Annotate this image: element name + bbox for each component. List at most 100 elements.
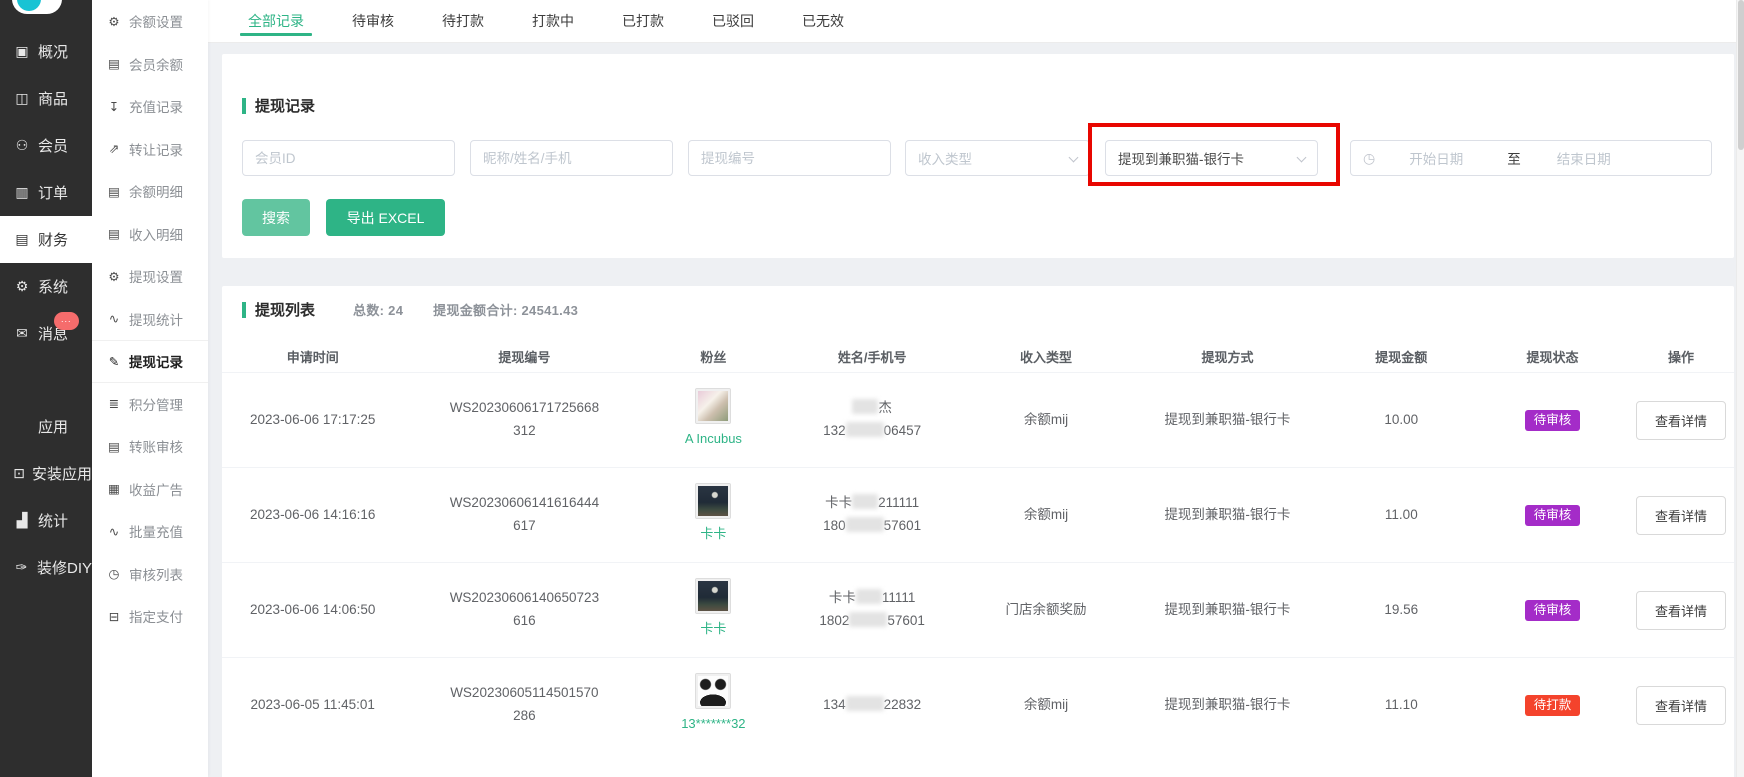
date-range-picker[interactable]: ◷ 开始日期 至 结束日期 — [1350, 140, 1712, 176]
sidebar-item-overview[interactable]: ▣概况 — [0, 28, 92, 75]
submenu-item-balance-details[interactable]: ▤余额明细 — [92, 170, 208, 213]
withdraw-filter-panel: 提现记录 收入类型 提现到兼职猫-银行卡 ◷ 开始日期 至 结束日期 搜索 导 — [222, 54, 1734, 258]
cell-name-phone: 卡卡21111118057601 — [781, 492, 962, 538]
avatar — [696, 579, 730, 613]
tab-pending-review[interactable]: 待审核 — [340, 0, 406, 42]
document-icon: ▤ — [106, 184, 122, 199]
finance-icon: ▤ — [13, 231, 31, 248]
submenu-item-label: 提现记录 — [129, 351, 183, 371]
chevron-down-icon — [1297, 153, 1307, 163]
vertical-scrollbar[interactable] — [1736, 0, 1744, 777]
app-logo[interactable] — [12, 0, 62, 14]
column-header-4: 姓名/手机号 — [781, 347, 962, 366]
tab-paying[interactable]: 打款中 — [520, 0, 586, 42]
cell-withdraw-no: WS20230605114501570286 — [403, 682, 645, 728]
submenu-item-audit-list[interactable]: ◷审核列表 — [92, 553, 208, 596]
sum-value: 24541.43 — [522, 303, 579, 318]
fan-nickname[interactable]: A Incubus — [645, 428, 781, 450]
export-excel-button[interactable]: 导出 EXCEL — [326, 199, 445, 236]
sidebar-item-finance[interactable]: ▤ 财务 — [0, 216, 92, 263]
cell-fan: 卡卡 — [645, 579, 781, 640]
tab-pending-payment[interactable]: 待打款 — [430, 0, 496, 42]
cell-action: 查看详情 — [1628, 591, 1734, 630]
sidebar-item-orders[interactable]: ▥订单 — [0, 169, 92, 216]
pencil-icon: ✎ — [106, 354, 122, 369]
cell-status: 待审核 — [1477, 504, 1628, 527]
submenu-item-income-details[interactable]: ▤收入明细 — [92, 213, 208, 256]
column-header-5: 收入类型 — [963, 347, 1129, 366]
tab-rejected[interactable]: 已驳回 — [700, 0, 766, 42]
apps-grid-icon — [13, 418, 31, 435]
submenu-item-label: 转账审核 — [129, 436, 183, 456]
sidebar-item-members[interactable]: ⚇会员 — [0, 122, 92, 169]
fan-nickname[interactable]: 卡卡 — [645, 618, 781, 640]
cell-income-type: 门店余额奖励 — [963, 599, 1129, 622]
sidebar-item-stats[interactable]: ▟统计 — [0, 497, 92, 544]
submenu-item-batch-recharge[interactable]: ∿批量充值 — [92, 510, 208, 553]
view-detail-button[interactable]: 查看详情 — [1636, 496, 1726, 535]
submenu-item-member-balance[interactable]: ▤会员余额 — [92, 43, 208, 86]
cell-fan: 13*******32 — [645, 674, 781, 735]
image-icon: ▦ — [106, 481, 122, 496]
messages-icon: ✉ — [13, 325, 31, 342]
view-detail-button[interactable]: 查看详情 — [1636, 401, 1726, 440]
sidebar-item-system[interactable]: ⚙系统 — [0, 263, 92, 310]
nickname-input[interactable] — [470, 140, 673, 176]
cell-withdraw-method: 提现到兼职猫-银行卡 — [1129, 504, 1326, 527]
sidebar-item-label: 安装应用 — [32, 463, 92, 484]
sidebar-item-messages[interactable]: ✉消息... — [0, 310, 92, 357]
cell-action: 查看详情 — [1628, 401, 1734, 440]
member-id-input[interactable] — [242, 140, 455, 176]
sidebar-item-label: 财务 — [38, 229, 68, 250]
submenu-item-revenue-ads[interactable]: ▦收益广告 — [92, 468, 208, 511]
fan-nickname[interactable]: 13*******32 — [645, 713, 781, 735]
submenu-item-label: 提现设置 — [129, 266, 183, 286]
view-detail-button[interactable]: 查看详情 — [1636, 686, 1726, 725]
cell-fan: 卡卡 — [645, 484, 781, 545]
income-type-select[interactable]: 收入类型 — [905, 140, 1090, 176]
date-end-placeholder[interactable]: 结束日期 — [1557, 148, 1611, 168]
scrollbar-thumb[interactable] — [1738, 0, 1744, 150]
column-header-1: 申请时间 — [222, 347, 403, 366]
date-start-placeholder[interactable]: 开始日期 — [1409, 148, 1463, 168]
withdraw-method-select-value: 提现到兼职猫-银行卡 — [1118, 148, 1244, 168]
cell-withdraw-no: WS20230606140650723616 — [403, 587, 645, 633]
line-chart-icon: ∿ — [106, 311, 122, 326]
submenu-item-transfer-records[interactable]: ⇗转让记录 — [92, 128, 208, 171]
submenu-item-withdraw-stats[interactable]: ∿提现统计 — [92, 298, 208, 341]
withdraw-table: 申请时间提现编号粉丝姓名/手机号收入类型提现方式提现金额提现状态操作 2023-… — [222, 341, 1734, 752]
masked-text — [849, 612, 887, 627]
sidebar-item-goods[interactable]: ◫商品 — [0, 75, 92, 122]
members-icon: ⚇ — [13, 137, 31, 154]
search-button[interactable]: 搜索 — [242, 199, 310, 236]
submenu-item-withdraw-records[interactable]: ✎ 提现记录 — [92, 340, 208, 383]
tab-all-records[interactable]: 全部记录 — [236, 0, 316, 42]
cell-apply-time: 2023-06-06 14:16:16 — [222, 504, 403, 527]
submenu-item-label: 收入明细 — [129, 224, 183, 244]
sidebar-item-diy[interactable]: ✑装修DIY — [0, 544, 92, 591]
table-header-row: 申请时间提现编号粉丝姓名/手机号收入类型提现方式提现金额提现状态操作 — [222, 341, 1734, 372]
submenu-item-transfer-audit[interactable]: ▤ 转账审核 — [92, 425, 208, 468]
tab-paid[interactable]: 已打款 — [610, 0, 676, 42]
submenu-item-withdraw-settings[interactable]: ⚙提现设置 — [92, 255, 208, 298]
submenu-item-recharge-records[interactable]: ↧充值记录 — [92, 85, 208, 128]
withdraw-method-select[interactable]: 提现到兼职猫-银行卡 — [1105, 140, 1318, 176]
cell-withdraw-method: 提现到兼职猫-银行卡 — [1129, 599, 1326, 622]
sidebar-item-apps[interactable]: 应用 — [0, 403, 92, 450]
submenu-item-designated-payment[interactable]: ⊟指定支付 — [92, 595, 208, 638]
sidebar-item-label: 装修DIY — [37, 557, 92, 578]
submenu-item-balance-settings[interactable]: ⚙余额设置 — [92, 0, 208, 43]
masked-text — [852, 399, 878, 414]
cell-status: 待审核 — [1477, 599, 1628, 622]
withdraw-no-input[interactable] — [688, 140, 891, 176]
document-icon: ▤ — [106, 439, 122, 454]
submenu-item-points-management[interactable]: ≣积分管理 — [92, 383, 208, 426]
sidebar-item-install-apps[interactable]: ⊡安装应用 — [0, 450, 92, 497]
tab-invalid[interactable]: 已无效 — [790, 0, 856, 42]
sidebar-item-label: 统计 — [38, 510, 68, 531]
table-row: 2023-06-06 14:06:50WS2023060614065072361… — [222, 562, 1734, 657]
column-header-2: 提现编号 — [403, 347, 645, 366]
view-detail-button[interactable]: 查看详情 — [1636, 591, 1726, 630]
fan-nickname[interactable]: 卡卡 — [645, 523, 781, 545]
status-badge: 待打款 — [1525, 695, 1581, 717]
